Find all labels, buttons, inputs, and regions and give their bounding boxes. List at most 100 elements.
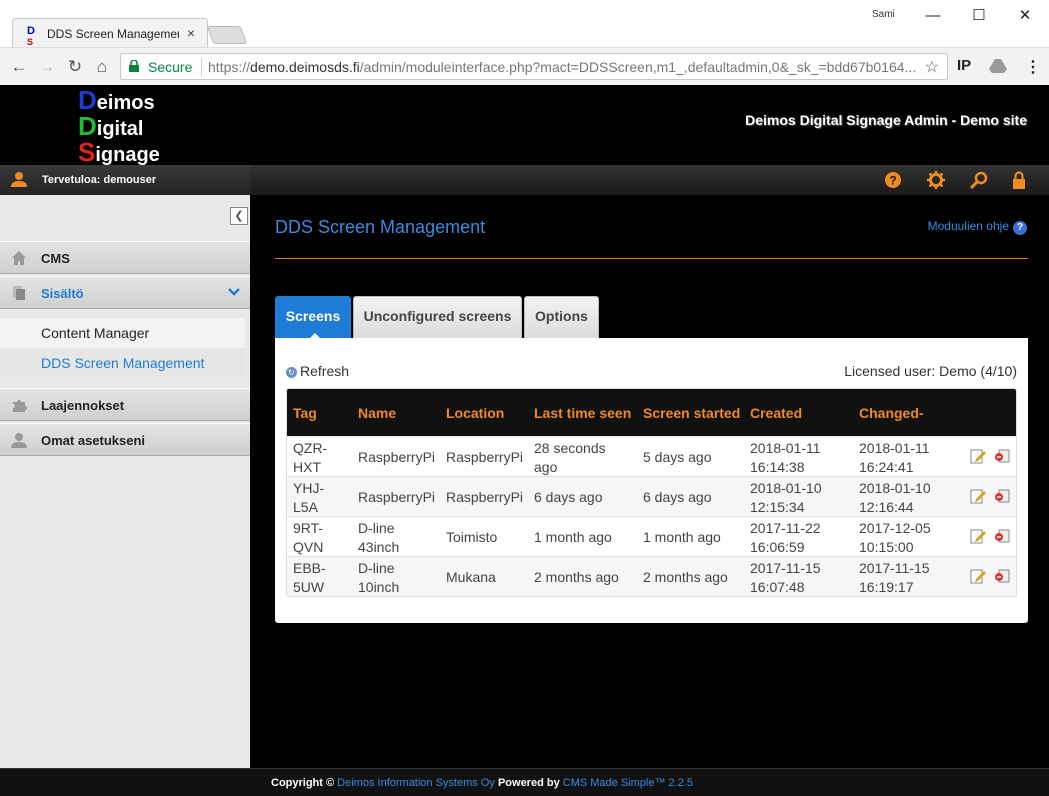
sidebar-item-omat-asetukseni[interactable]: Omat asetukseni bbox=[0, 423, 250, 456]
cell-screen-started: 5 days ago bbox=[643, 449, 712, 465]
refresh-link[interactable]: ↻ Refresh bbox=[286, 363, 349, 379]
delete-icon[interactable] bbox=[994, 488, 1010, 504]
main-content: DDS Screen Management Moduulien ohje? Sc… bbox=[250, 195, 1049, 768]
forward-icon[interactable]: → bbox=[37, 57, 57, 77]
column-header-last-seen[interactable]: Last time seen bbox=[534, 405, 631, 421]
cell-last-seen: 2 months ago bbox=[534, 569, 619, 585]
sidebar-item-laajennokset[interactable]: Laajennokset bbox=[0, 388, 250, 421]
chevron-down-icon bbox=[228, 288, 240, 296]
column-header-screen-started[interactable]: Screen started bbox=[643, 405, 740, 421]
cell-tag: EBB- 5UW bbox=[293, 560, 326, 595]
cell-name: RaspberryPi bbox=[358, 489, 436, 505]
sidebar-item-sisalto[interactable]: Sisältö bbox=[0, 276, 250, 309]
cell-location: Toimisto bbox=[446, 529, 498, 545]
cell-created: 2017-11-22 16:06:59 bbox=[750, 520, 821, 555]
edit-icon[interactable] bbox=[970, 448, 986, 464]
cell-changed: 2017-11-15 16:19:17 bbox=[859, 560, 930, 595]
cell-tag: 9RT- QVN bbox=[293, 520, 324, 555]
puzzle-icon bbox=[13, 400, 27, 412]
minimize-button[interactable]: — bbox=[910, 2, 956, 30]
logo-letter-s: S bbox=[78, 137, 96, 167]
cell-last-seen: 28 seconds ago bbox=[534, 440, 606, 475]
module-help-link[interactable]: Moduulien ohje? bbox=[928, 219, 1027, 235]
url-scheme: https:// bbox=[208, 59, 251, 75]
tab-screens[interactable]: Screens bbox=[275, 296, 351, 339]
edit-icon[interactable] bbox=[970, 488, 986, 504]
delete-icon[interactable] bbox=[994, 528, 1010, 544]
ip-extension-icon[interactable]: IP bbox=[957, 57, 971, 74]
column-header-tag[interactable]: Tag bbox=[293, 405, 317, 421]
cell-screen-started: 6 days ago bbox=[643, 489, 712, 505]
tab-unconfigured-screens[interactable]: Unconfigured screens bbox=[353, 296, 522, 338]
user-icon bbox=[11, 172, 27, 187]
tab-options[interactable]: Options bbox=[524, 296, 599, 338]
collapse-sidebar-button[interactable]: ❮ bbox=[230, 207, 248, 225]
bookmark-star-icon[interactable]: ☆ bbox=[925, 57, 939, 77]
profile-name[interactable]: Sami bbox=[872, 9, 895, 20]
omnibox[interactable]: Secure https://demo.deimosds.fi/admin/mo… bbox=[120, 53, 948, 80]
browser-chrome: DS DDS Screen Managemen × Sami — ☐ ✕ ← →… bbox=[0, 0, 1049, 85]
home-icon[interactable]: ⌂ bbox=[92, 57, 112, 77]
lock-icon bbox=[129, 60, 139, 72]
cell-tag: YHJ- L5A bbox=[293, 480, 325, 515]
help-icon[interactable]: ? bbox=[884, 171, 902, 189]
tab-title: DDS Screen Managemen bbox=[47, 27, 179, 41]
drive-extension-icon[interactable] bbox=[989, 59, 1007, 73]
screens-table: Tag Name Location Last time seen Screen … bbox=[286, 388, 1017, 597]
cell-changed: 2018-01-11 16:24:41 bbox=[859, 440, 930, 475]
refresh-label: Refresh bbox=[300, 363, 350, 379]
footer-cms-link[interactable]: CMS Made Simple™ 2.2.5 bbox=[563, 777, 693, 789]
cell-location: Mukana bbox=[446, 569, 496, 585]
column-header-created[interactable]: Created bbox=[750, 405, 802, 421]
sidebar-item-label: CMS bbox=[41, 251, 70, 266]
address-bar-row: ← → ↻ ⌂ Secure https://demo.deimosds.fi/… bbox=[0, 47, 1049, 85]
new-tab-button[interactable] bbox=[206, 26, 248, 44]
licensed-user: Licensed user: Demo (4/10) bbox=[844, 363, 1017, 379]
delete-icon[interactable] bbox=[994, 448, 1010, 464]
back-icon[interactable]: ← bbox=[9, 57, 29, 77]
logout-lock-icon[interactable] bbox=[1010, 171, 1028, 189]
refresh-icon: ↻ bbox=[286, 367, 297, 378]
url-text[interactable]: https://demo.deimosds.fi/admin/moduleint… bbox=[208, 59, 922, 75]
close-window-button[interactable]: ✕ bbox=[1002, 2, 1048, 30]
table-row: EBB- 5UW D-line 10inch Mukana 2 months ago… bbox=[287, 556, 1016, 596]
browser-tab[interactable]: DS DDS Screen Managemen × bbox=[12, 18, 208, 48]
column-header-location[interactable]: Location bbox=[446, 405, 504, 421]
deimos-logo[interactable]: Deimos Digital Signage bbox=[78, 87, 160, 167]
sidebar-item-label: Omat asetukseni bbox=[41, 433, 146, 448]
sidebar-subitem-dds-screen-management[interactable]: DDS Screen Management bbox=[0, 348, 245, 378]
cell-last-seen: 6 days ago bbox=[534, 489, 603, 505]
cell-screen-started: 2 months ago bbox=[643, 569, 728, 585]
footer-company-link[interactable]: Deimos Information Systems Oy bbox=[337, 777, 495, 789]
menu-kebab-icon[interactable]: ⋮ bbox=[1025, 57, 1041, 77]
sidebar-item-label: Sisältö bbox=[41, 286, 84, 301]
cell-changed: 2018-01-10 12:16:44 bbox=[859, 480, 931, 515]
edit-icon[interactable] bbox=[970, 528, 986, 544]
maximize-button[interactable]: ☐ bbox=[956, 2, 1002, 30]
title-divider bbox=[275, 258, 1028, 259]
delete-icon[interactable] bbox=[994, 568, 1010, 584]
edit-icon[interactable] bbox=[970, 568, 986, 584]
footer: Copyright © Deimos Information Systems O… bbox=[0, 768, 1049, 796]
logo-word-2: igital bbox=[96, 118, 144, 140]
page-title: DDS Screen Management bbox=[275, 217, 486, 237]
sidebar-item-cms[interactable]: CMS bbox=[0, 241, 250, 274]
search-icon[interactable] bbox=[970, 171, 988, 189]
tab-close-icon[interactable]: × bbox=[187, 25, 195, 41]
table-row: 9RT- QVN D-line 43inch Toimisto 1 month ag… bbox=[287, 516, 1016, 556]
reload-icon[interactable]: ↻ bbox=[65, 57, 85, 77]
url-path: /admin/moduleinterface.php?mact=DDSScree… bbox=[359, 59, 917, 75]
admin-header: Deimos Digital Signage Deimos Digital Si… bbox=[0, 85, 1049, 167]
settings-gear-icon[interactable] bbox=[927, 171, 945, 189]
help-question-icon: ? bbox=[1013, 221, 1027, 235]
cell-created: 2017-11-15 16:07:48 bbox=[750, 560, 821, 595]
cell-changed: 2017-12-05 10:15:00 bbox=[859, 520, 931, 555]
cell-tag: QZR- HXT bbox=[293, 440, 328, 475]
footer-text: Copyright © Deimos Information Systems O… bbox=[271, 777, 693, 789]
sidebar-subitem-content-manager[interactable]: Content Manager bbox=[0, 318, 245, 348]
welcome-text: Tervetuloa: demouser bbox=[42, 174, 157, 186]
column-header-changed[interactable]: Changed- bbox=[859, 405, 924, 421]
cell-name: D-line 10inch bbox=[358, 560, 400, 595]
column-header-name[interactable]: Name bbox=[358, 405, 396, 421]
footer-copyright: Copyright © bbox=[271, 777, 335, 789]
